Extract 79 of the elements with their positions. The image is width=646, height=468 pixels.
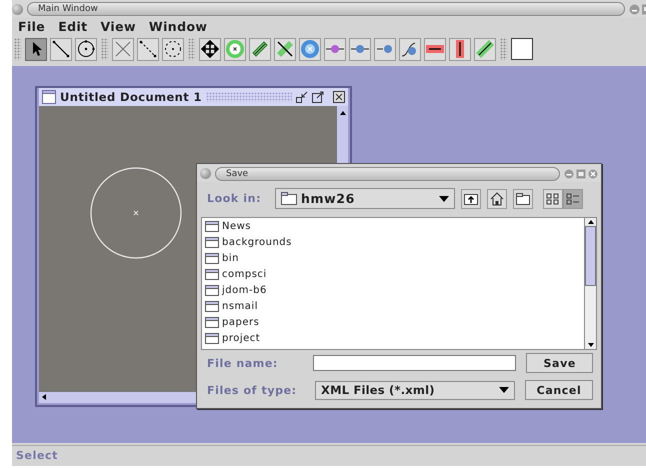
folder-item[interactable]: News	[202, 218, 584, 235]
tool-button[interactable]	[424, 38, 446, 61]
toolbar-grip[interactable]	[101, 38, 108, 60]
menu-item[interactable]: File	[18, 18, 46, 34]
folder-item[interactable]: nsmail	[202, 298, 584, 315]
cancel-button[interactable]: Cancel	[525, 380, 593, 400]
folder-icon	[205, 333, 219, 344]
new-folder-button[interactable]	[513, 188, 533, 209]
tool-button[interactable]	[249, 38, 271, 61]
menu-item[interactable]: Edit	[58, 18, 88, 34]
up-folder-icon	[464, 192, 478, 206]
tool-button[interactable]	[75, 38, 97, 61]
folder-item[interactable]: papers	[202, 314, 584, 331]
tool-button[interactable]	[449, 38, 471, 61]
tool-button[interactable]	[399, 38, 421, 61]
folder-icon	[516, 192, 530, 205]
up-folder-button[interactable]	[461, 188, 481, 209]
folder-icon	[205, 285, 219, 296]
look-in-label: Look in:	[207, 192, 262, 206]
file-type-dropdown[interactable]: XML Files (*.xml)	[315, 380, 515, 400]
folder-icon	[205, 269, 219, 280]
toolbar-grip[interactable]	[500, 38, 507, 60]
details-icon	[566, 192, 580, 205]
home-button[interactable]	[487, 188, 507, 209]
pointer-tool-button[interactable]	[25, 38, 47, 61]
circle-icon	[76, 39, 96, 60]
folder-icon	[205, 317, 219, 328]
tool-button[interactable]	[199, 38, 221, 61]
window-title: Main Window	[27, 2, 625, 16]
color-swatch[interactable]	[511, 38, 533, 60]
dialog-title: Save	[215, 166, 560, 181]
bar-icon	[250, 39, 270, 60]
close-icon[interactable]	[333, 90, 345, 103]
details-view-button[interactable]	[563, 188, 583, 209]
tool-button[interactable]	[474, 38, 496, 61]
document-icon	[42, 90, 56, 104]
dashed-circle-icon	[163, 39, 183, 60]
cross-icon	[275, 39, 295, 60]
file-type-label: Files of type:	[207, 384, 298, 397]
caret-icon	[499, 387, 509, 394]
menu-item[interactable]: Window	[148, 18, 208, 34]
line-icon	[51, 39, 71, 60]
home-icon	[490, 192, 504, 206]
move-icon	[200, 39, 220, 60]
node-icon	[300, 39, 320, 60]
toolbar-grip[interactable]	[188, 38, 195, 60]
dashed-line-icon	[138, 39, 158, 60]
folder-item[interactable]: compsci	[202, 266, 584, 283]
minimize-icon[interactable]	[296, 90, 308, 103]
diagonal-bar-icon	[475, 39, 495, 60]
status-text: Select	[16, 449, 58, 462]
caret-icon	[439, 196, 449, 202]
file-name-label: File name:	[207, 356, 279, 370]
toolbar-grip[interactable]	[14, 38, 21, 60]
folder-icon	[205, 221, 219, 232]
folder-item[interactable]: project	[202, 330, 584, 347]
save-button[interactable]: Save	[526, 353, 593, 374]
document-title: Untitled Document 1	[60, 90, 202, 104]
up-arrow-icon[interactable]	[586, 218, 596, 226]
node-icon	[225, 39, 245, 60]
tool-button[interactable]	[274, 38, 296, 61]
list-view-button[interactable]	[543, 188, 563, 209]
tool-button[interactable]	[137, 38, 159, 61]
grid-icon	[546, 192, 560, 205]
folder-icon	[205, 237, 219, 248]
folder-icon	[281, 192, 297, 206]
folder-icon	[205, 301, 219, 312]
file-name-field[interactable]	[312, 355, 516, 372]
down-arrow-icon[interactable]	[586, 340, 596, 349]
folder-item[interactable]: jdom-b6	[202, 282, 584, 299]
tool-button[interactable]	[50, 38, 72, 61]
folder-item[interactable]: bin	[202, 250, 584, 267]
tool-button[interactable]	[162, 38, 184, 61]
menu-item[interactable]: View	[100, 18, 136, 34]
folder-icon	[205, 253, 219, 264]
folder-item[interactable]: backgrounds	[202, 234, 584, 251]
vertical-scrollbar[interactable]	[584, 218, 596, 349]
maximize-icon[interactable]	[312, 90, 324, 103]
look-in-dropdown[interactable]: hmw26	[275, 188, 455, 210]
